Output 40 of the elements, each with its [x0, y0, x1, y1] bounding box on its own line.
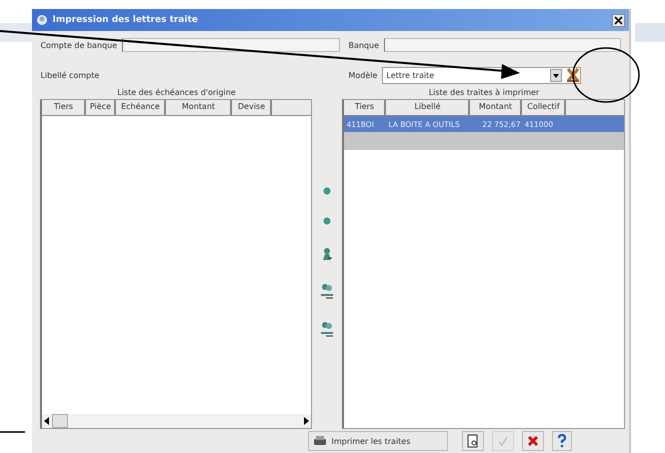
list-title: Liste des traites à imprimer	[428, 87, 540, 99]
scroll-thumb[interactable]	[52, 414, 68, 428]
dot-icon[interactable]	[323, 187, 332, 195]
person-arrow-icon[interactable]	[321, 247, 334, 261]
horizontal-scrollbar[interactable]	[42, 414, 312, 428]
field-label: Banque	[348, 40, 379, 50]
annotation-line	[0, 431, 25, 433]
text-field[interactable]	[122, 38, 340, 52]
close-icon	[527, 435, 540, 447]
close-icon	[614, 16, 624, 24]
annotation-circle	[572, 47, 640, 103]
print-button[interactable]: Imprimer les traites	[308, 431, 448, 451]
right-arrow-icon[interactable]	[303, 417, 310, 425]
printer-icon	[313, 435, 328, 447]
left-arrow-icon[interactable]	[44, 417, 50, 425]
field-label: Libellé compte	[40, 70, 100, 80]
text-field[interactable]	[384, 38, 622, 52]
field-label: Compte de banque	[40, 40, 118, 50]
people-arrow-icon[interactable]	[320, 321, 334, 337]
help-button[interactable]	[552, 431, 572, 451]
tool-icon[interactable]	[566, 67, 580, 83]
column-header[interactable]: Devise	[232, 100, 272, 115]
window-title: Impression des lettres traite	[52, 15, 198, 25]
close-button[interactable]	[612, 14, 626, 26]
column-header[interactable]: Tiers	[42, 100, 86, 115]
page-icon	[467, 434, 480, 448]
column-header[interactable]: Pièce	[86, 100, 116, 115]
list-title: Liste des échéances d'origine	[116, 87, 237, 99]
dot-icon[interactable]	[323, 217, 332, 225]
column-header[interactable]: Echéance	[116, 100, 166, 115]
check-icon	[497, 435, 510, 447]
model-dropdown[interactable]: Lettre traite	[382, 66, 582, 84]
help-icon	[557, 434, 568, 448]
people-arrow-icon[interactable]	[320, 283, 334, 299]
preview-button[interactable]	[462, 431, 484, 451]
column-header[interactable]: Montant	[166, 100, 232, 115]
dropdown-button[interactable]	[550, 68, 562, 82]
window-icon	[36, 14, 48, 26]
cancel-button[interactable]	[522, 431, 544, 451]
field-label: Modèle	[348, 70, 378, 80]
